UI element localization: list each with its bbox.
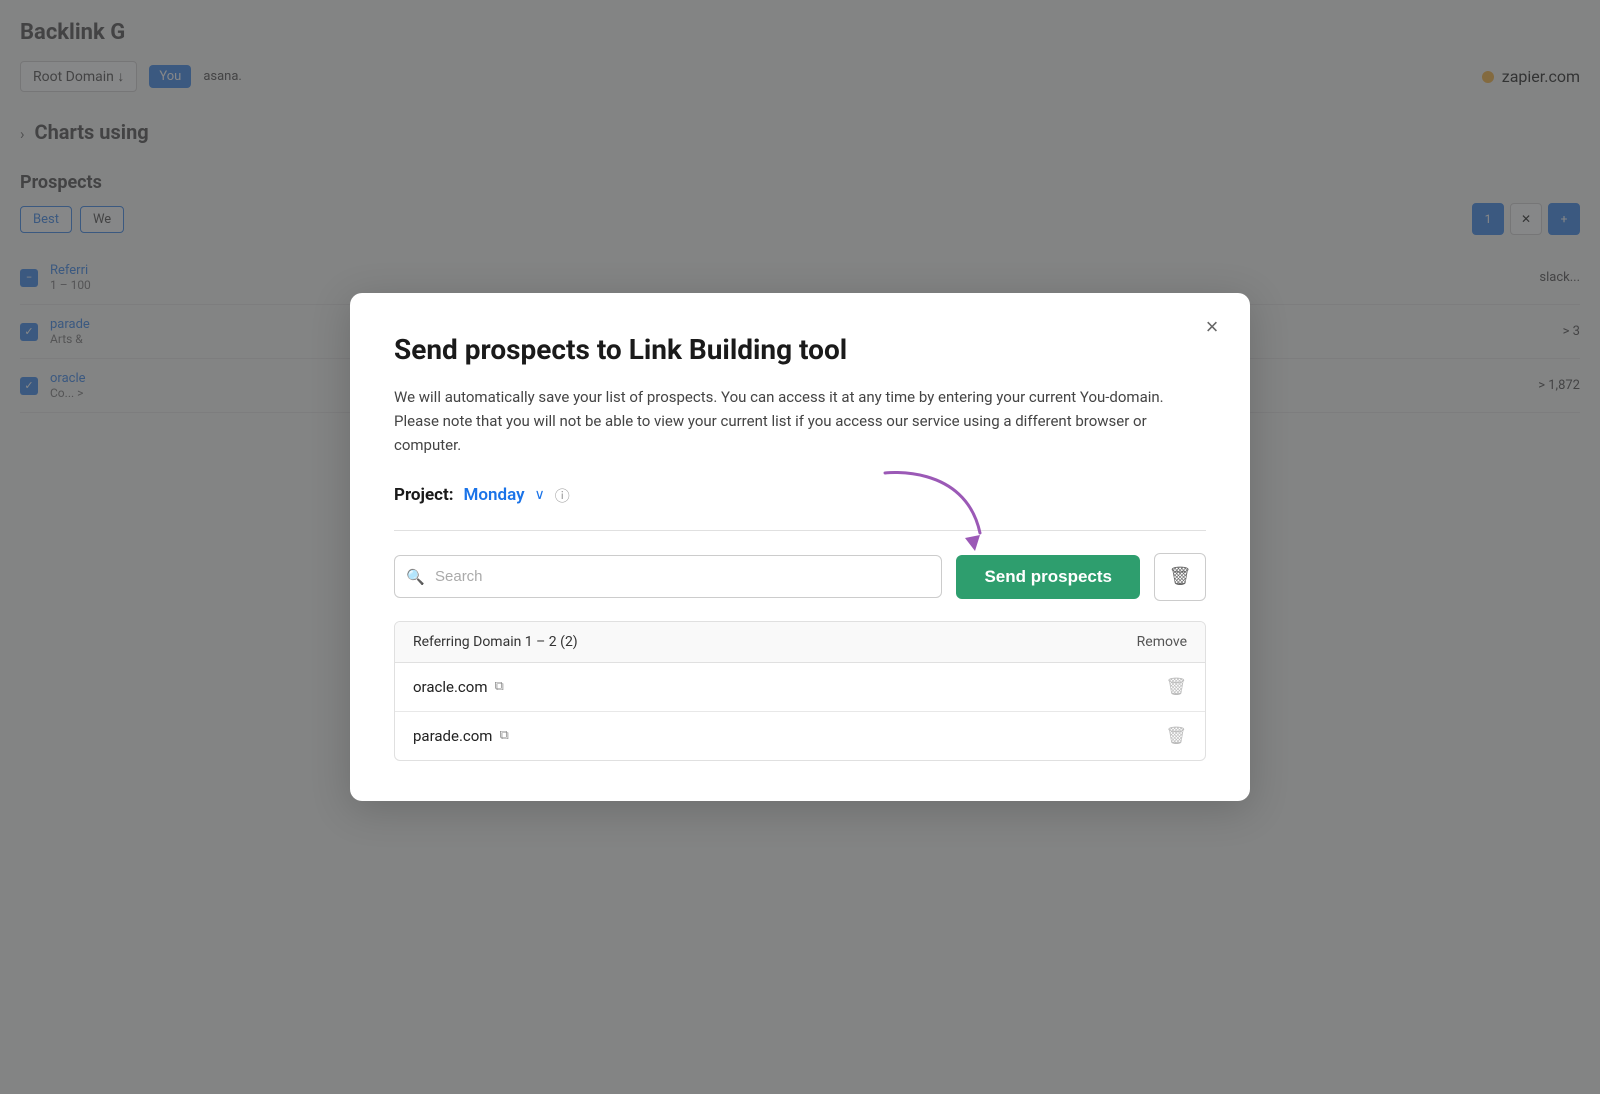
modal-description: We will automatically save your list of … [394,385,1206,457]
modal-project-row: Project: Monday ∨ ⓘ [394,485,1206,506]
modal-overlay: × Send prospects to Link Building tool W… [0,0,1600,1094]
modal-close-button[interactable]: × [1196,311,1228,343]
modal-divider [394,530,1206,531]
trash-icon: 🗑 [1169,566,1192,587]
oracle-delete-icon[interactable]: 🗑 [1165,677,1187,697]
parade-domain-text: parade.com [413,727,492,745]
search-icon: 🔍 [406,568,425,586]
project-info-icon[interactable]: ⓘ [555,485,570,506]
prospects-table-header: Referring Domain 1 – 2 (2) Remove [395,622,1205,663]
table-row: parade.com ⧉ 🗑 [395,712,1205,760]
project-name[interactable]: Monday [464,485,525,505]
parade-external-link-icon[interactable]: ⧉ [499,728,508,743]
send-prospects-button[interactable]: Send prospects [956,555,1140,599]
modal-title: Send prospects to Link Building tool [394,333,1206,367]
purple-arrow-annotation [865,463,995,567]
table-header-label: Referring Domain 1 – 2 (2) [413,634,578,650]
table-row: oracle.com ⧉ 🗑 [395,663,1205,712]
oracle-domain-link: oracle.com ⧉ [413,678,504,696]
prospects-table: Referring Domain 1 – 2 (2) Remove oracle… [394,621,1206,761]
oracle-domain-text: oracle.com [413,678,487,696]
delete-button[interactable]: 🗑 [1154,553,1206,601]
search-input[interactable] [394,555,942,598]
search-input-wrapper: 🔍 [394,555,942,598]
action-row: 🔍 Send prospects 🗑 [394,553,1206,601]
oracle-external-link-icon[interactable]: ⧉ [494,679,503,694]
parade-delete-icon[interactable]: 🗑 [1165,726,1187,746]
project-label: Project: [394,485,454,505]
parade-domain-link: parade.com ⧉ [413,727,509,745]
modal-dialog: × Send prospects to Link Building tool W… [350,293,1250,801]
table-remove-label: Remove [1137,634,1187,650]
project-chevron-icon[interactable]: ∨ [535,487,545,503]
